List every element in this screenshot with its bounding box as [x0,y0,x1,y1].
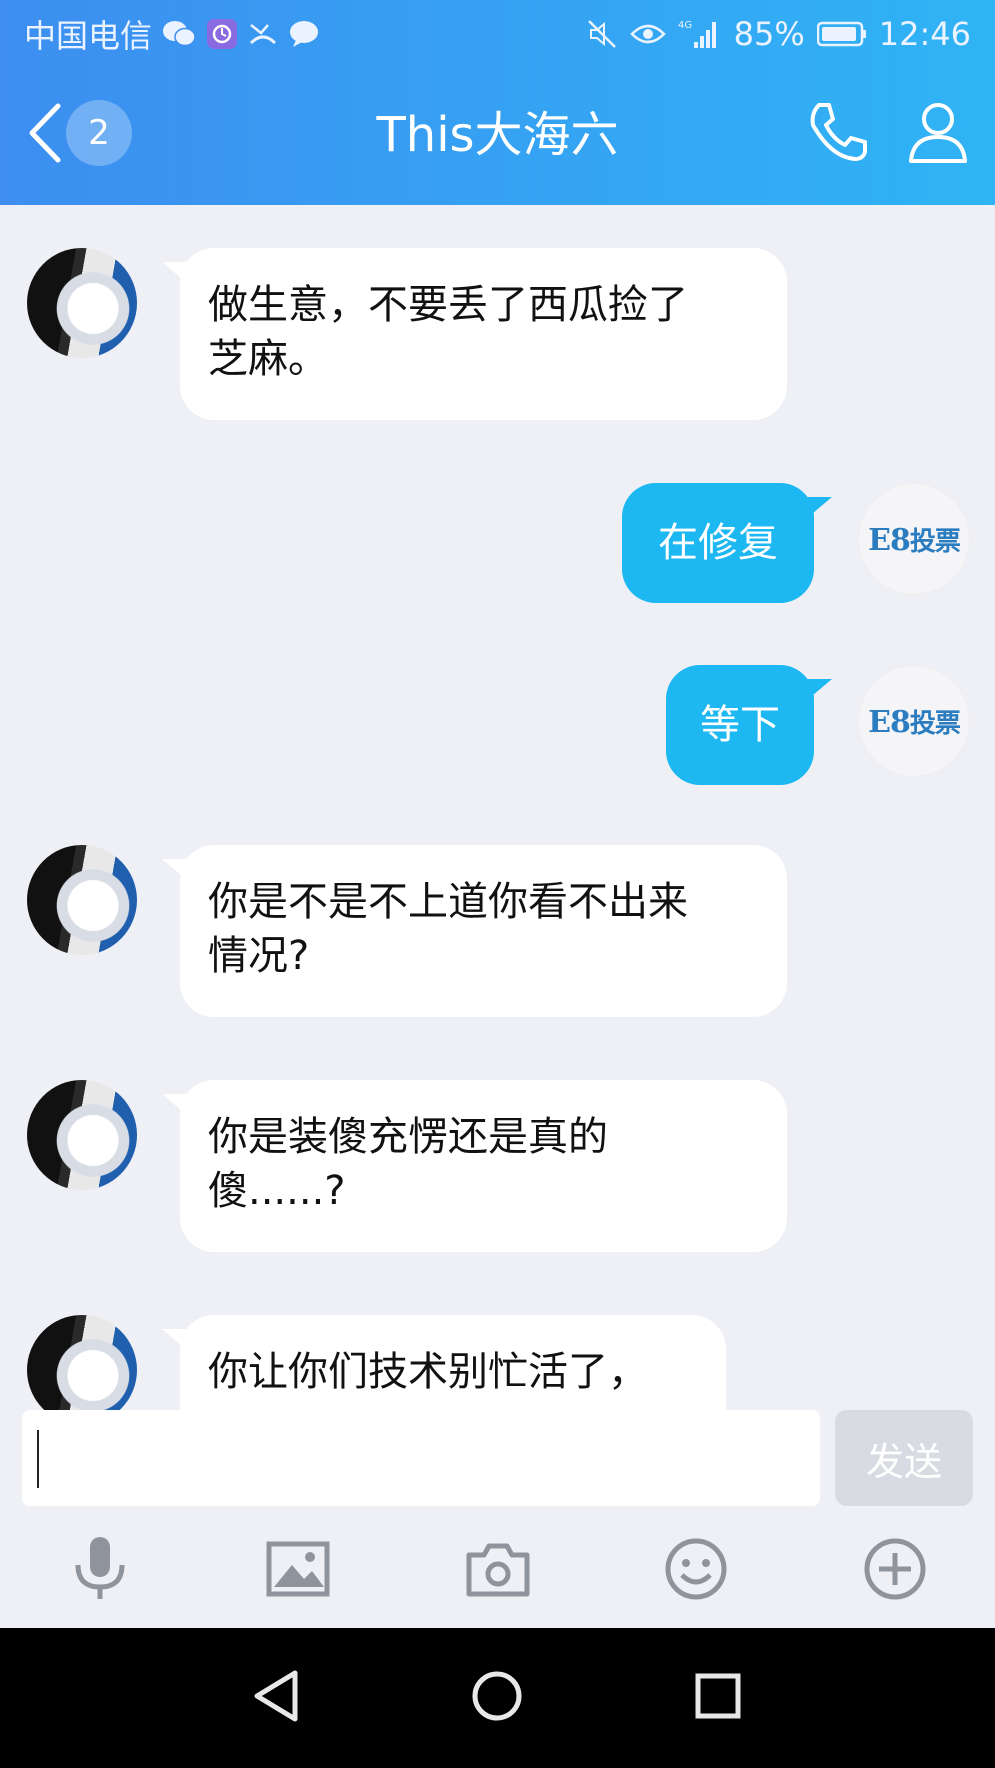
camera-button[interactable] [462,1535,534,1607]
message-line: 做生意，不要丢了西瓜捡了 [208,282,688,328]
triangle-back-icon [251,1669,301,1727]
status-bar-right: 4G 85% 12:46 [586,14,971,54]
message-line: 你让你们技术别忙活了， [208,1349,648,1395]
text-cursor [37,1430,39,1488]
image-icon [266,1541,330,1601]
call-button[interactable] [800,96,876,172]
image-button[interactable] [262,1535,334,1607]
plus-icon [863,1537,927,1605]
message-input[interactable] [22,1410,820,1506]
wechat-icon [162,19,196,49]
message-line: 芝麻。 [208,336,328,382]
more-button[interactable] [859,1535,931,1607]
back-icon [26,102,64,168]
system-navigation-bar [0,1628,995,1768]
message-line: 傻......? [208,1168,346,1214]
user-avatar[interactable]: E8投票 [858,483,970,595]
message-line: 等下 [700,702,780,748]
square-recents-icon [693,1671,743,1725]
eye-icon [629,20,666,48]
contact-avatar[interactable] [27,845,137,955]
send-button[interactable]: 发送 [835,1410,973,1506]
contact-avatar[interactable] [27,1080,137,1190]
contact-avatar[interactable] [27,1315,137,1410]
profile-icon [905,99,971,169]
outgoing-message[interactable]: 等下 [666,665,832,785]
status-bar: 中国电信 4G 85% 12:46 [0,0,995,70]
signal-icon: 4G [678,18,722,50]
profile-button[interactable] [900,96,976,172]
camera-icon [466,1541,530,1601]
e8-logo: E8投票 [868,522,961,558]
incoming-message[interactable]: 做生意，不要丢了西瓜捡了 芝麻。 [162,248,787,420]
user-avatar[interactable]: E8投票 [858,665,970,777]
incoming-message[interactable]: 你让你们技术别忙活了， [162,1315,726,1410]
nav-bar: 2 This大海六 [0,90,995,185]
chat-icon [288,19,320,49]
message-line: 情况? [208,933,310,979]
input-bar: 发送 [0,1410,995,1510]
missed-call-icon [248,19,278,49]
incoming-message[interactable]: 你是装傻充愣还是真的 傻......? [162,1080,787,1252]
system-recents-button[interactable] [688,1668,748,1728]
circle-home-icon [470,1669,524,1727]
microphone-icon [70,1535,130,1607]
clock: 12:46 [878,15,971,53]
battery-icon [816,21,867,47]
message-line: 你是不是不上道你看不出来 [208,879,688,925]
input-toolbar [0,1510,995,1628]
e8-logo: E8投票 [868,704,961,740]
message-line: 在修复 [658,520,778,566]
back-button[interactable] [18,100,72,170]
outgoing-message[interactable]: 在修复 [622,483,832,603]
voice-button[interactable] [64,1535,136,1607]
app-icon [206,18,238,50]
unread-badge[interactable]: 2 [66,100,132,166]
status-bar-left: 中国电信 [24,14,320,55]
emoji-button[interactable] [660,1535,732,1607]
incoming-message[interactable]: 你是不是不上道你看不出来 情况? [162,845,787,1017]
carrier-label: 中国电信 [24,17,153,55]
message-line: 你是装傻充愣还是真的 [208,1114,608,1160]
contact-avatar[interactable] [27,248,137,358]
emoji-icon [664,1537,728,1605]
network-label: 4G [678,20,692,31]
chat-area[interactable]: 做生意，不要丢了西瓜捡了 芝麻。 在修复 E8投票 等下 E8投票 你是不是不上… [0,205,995,1410]
app-header: 中国电信 4G 85% 12:46 2 This大海六 [0,0,995,205]
battery-percent: 85% [733,15,805,53]
chat-title: This大海六 [376,107,619,163]
system-back-button[interactable] [246,1668,306,1728]
system-home-button[interactable] [467,1668,527,1728]
mute-icon [586,18,618,50]
phone-icon [805,99,871,169]
